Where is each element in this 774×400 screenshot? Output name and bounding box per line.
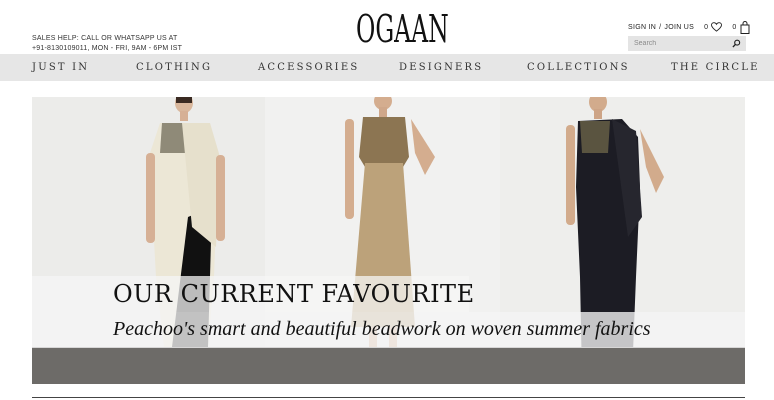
nav-just-in[interactable]: JUST IN — [32, 54, 89, 81]
nav-clothing[interactable]: CLOTHING — [136, 54, 212, 81]
sales-help-text: SALES HELP: CALL OR WHATSAPP US AT +91-8… — [32, 34, 182, 54]
account-bar: SIGN IN / JOIN US 0 0 — [628, 20, 750, 34]
sales-help-phone: +91-8130109011, MON - FRI, 9AM - 6PM IST — [32, 45, 183, 52]
section-divider — [32, 397, 745, 398]
hero-floor — [32, 347, 745, 384]
cart-count: 0 — [732, 23, 737, 31]
search-icon[interactable] — [732, 39, 741, 48]
site-logo[interactable]: OGAAN — [356, 6, 449, 52]
nav-the-circle[interactable]: THE CIRCLE — [671, 54, 760, 81]
hero-subtitle: Peachoo's smart and beautiful beadwork o… — [113, 318, 651, 340]
search-input[interactable] — [628, 36, 728, 51]
wishlist-count: 0 — [704, 23, 709, 31]
nav-accessories[interactable]: ACCESSORIES — [258, 54, 359, 81]
site-header: SALES HELP: CALL OR WHATSAPP US AT +91-8… — [0, 0, 774, 54]
hero-title: OUR CURRENT FAVOURITE — [113, 280, 475, 308]
search-box — [628, 36, 746, 51]
heart-icon[interactable] — [711, 22, 723, 32]
nav-designers[interactable]: DESIGNERS — [399, 54, 483, 81]
nav-collections[interactable]: COLLECTIONS — [527, 54, 630, 81]
sign-in-link[interactable]: SIGN IN — [628, 24, 656, 31]
sales-help-line1: SALES HELP: CALL OR WHATSAPP US AT — [32, 35, 178, 42]
join-us-link[interactable]: JOIN US — [664, 24, 694, 31]
shopping-bag-icon[interactable] — [740, 20, 750, 34]
account-separator: / — [659, 23, 662, 31]
main-navigation: JUST IN CLOTHING ACCESSORIES DESIGNERS C… — [0, 54, 774, 81]
hero-banner[interactable]: OUR CURRENT FAVOURITE Peachoo's smart an… — [32, 97, 745, 384]
